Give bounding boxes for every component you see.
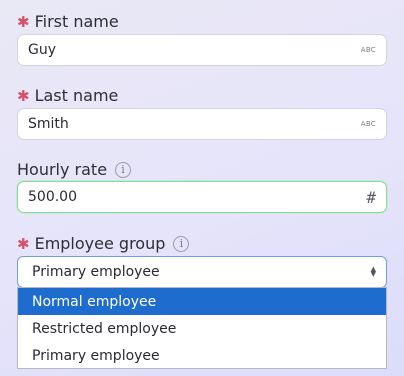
option-primary-employee[interactable]: Primary employee (18, 342, 386, 369)
required-asterisk-icon: ✱ (17, 86, 30, 105)
hourly-rate-label: Hourly rate i (17, 160, 132, 179)
last-name-value: Smith (28, 116, 69, 132)
hourly-rate-label-text: Hourly rate (17, 160, 108, 179)
last-name-input[interactable]: Smith ABC (17, 108, 387, 140)
required-asterisk-icon: ✱ (17, 12, 30, 31)
info-icon[interactable]: i (173, 235, 190, 252)
employee-group-select[interactable]: Primary employee ▲ ▼ (17, 256, 387, 288)
text-type-icon: ABC (360, 46, 376, 54)
employee-group-value: Primary employee (32, 264, 160, 280)
info-icon[interactable]: i (115, 161, 132, 178)
option-restricted-employee[interactable]: Restricted employee (18, 315, 386, 342)
first-name-input[interactable]: Guy ABC (17, 34, 387, 66)
option-normal-employee[interactable]: Normal employee (18, 288, 386, 315)
select-arrows-icon: ▲ ▼ (370, 265, 376, 278)
last-name-label: ✱ Last name (17, 86, 118, 105)
hourly-rate-input[interactable]: 500.00 # (17, 181, 387, 213)
first-name-value: Guy (28, 42, 57, 58)
employee-group-label-text: Employee group (34, 234, 166, 253)
number-type-icon: # (366, 187, 376, 207)
hourly-rate-value: 500.00 (28, 189, 77, 205)
first-name-label: ✱ First name (17, 12, 119, 31)
last-name-label-text: Last name (34, 86, 119, 105)
employee-group-dropdown: Normal employee Restricted employee Prim… (17, 287, 387, 369)
text-type-icon: ABC (360, 120, 376, 128)
first-name-label-text: First name (34, 12, 119, 31)
required-asterisk-icon: ✱ (17, 234, 30, 253)
employee-group-label: ✱ Employee group i (17, 234, 190, 253)
